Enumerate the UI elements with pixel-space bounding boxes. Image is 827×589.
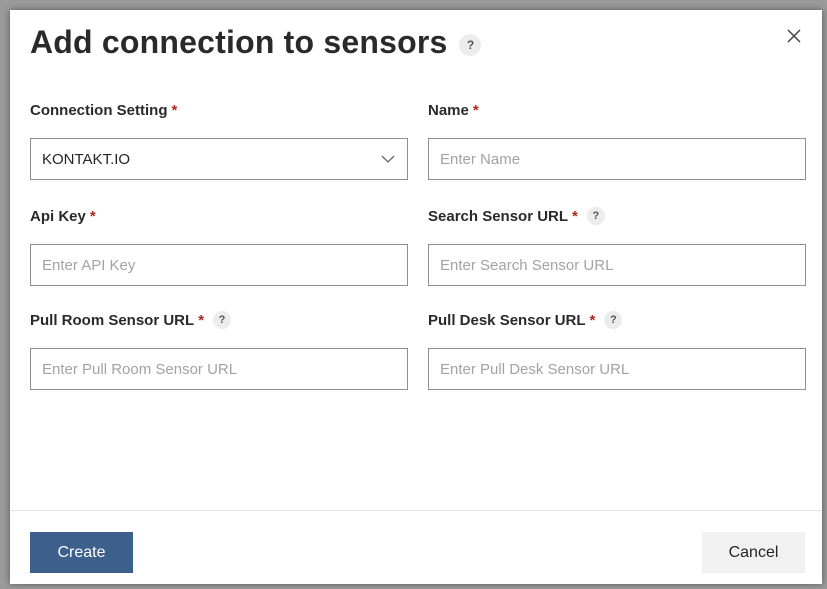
search-sensor-url-field: Search Sensor URL * ? bbox=[428, 206, 806, 286]
api-key-field: Api Key * bbox=[30, 206, 408, 286]
required-asterisk: * bbox=[198, 311, 205, 329]
pull-desk-sensor-url-help-icon[interactable]: ? bbox=[604, 311, 623, 329]
pull-room-sensor-url-label-row: Pull Room Sensor URL * ? bbox=[30, 310, 408, 330]
pull-desk-sensor-url-label: Pull Desk Sensor URL bbox=[428, 311, 586, 329]
pull-desk-sensor-url-input[interactable] bbox=[428, 348, 806, 390]
pull-room-sensor-url-field: Pull Room Sensor URL * ? bbox=[30, 310, 408, 390]
required-asterisk: * bbox=[89, 207, 96, 225]
name-label-row: Name * bbox=[428, 100, 806, 120]
pull-desk-sensor-url-field: Pull Desk Sensor URL * ? bbox=[428, 310, 806, 390]
api-key-input[interactable] bbox=[30, 244, 408, 286]
connection-setting-field: Connection Setting * KONTAKT.IO bbox=[30, 100, 408, 180]
connection-setting-value: KONTAKT.IO bbox=[42, 150, 131, 168]
name-field: Name * bbox=[428, 100, 806, 180]
name-input[interactable] bbox=[428, 138, 806, 180]
name-label: Name bbox=[428, 101, 469, 119]
api-key-label-row: Api Key * bbox=[30, 206, 408, 226]
search-sensor-url-label-row: Search Sensor URL * ? bbox=[428, 206, 806, 226]
pull-room-sensor-url-help-icon[interactable]: ? bbox=[213, 311, 232, 329]
required-asterisk: * bbox=[171, 101, 178, 119]
dialog-header: Add connection to sensors ? bbox=[30, 24, 482, 61]
cancel-button[interactable]: Cancel bbox=[702, 532, 805, 573]
required-asterisk: * bbox=[572, 207, 578, 225]
search-sensor-url-label: Search Sensor URL bbox=[428, 207, 569, 225]
required-asterisk: * bbox=[589, 311, 596, 329]
chevron-down-icon bbox=[380, 151, 396, 168]
add-connection-dialog: Add connection to sensors ? Connection S… bbox=[10, 10, 822, 584]
api-key-label: Api Key bbox=[30, 207, 86, 225]
pull-room-sensor-url-input[interactable] bbox=[30, 348, 408, 390]
footer-divider bbox=[10, 510, 822, 511]
pull-room-sensor-url-label: Pull Room Sensor URL bbox=[30, 311, 195, 329]
create-button[interactable]: Create bbox=[30, 532, 133, 573]
title-help-icon[interactable]: ? bbox=[459, 33, 482, 56]
search-sensor-url-input[interactable] bbox=[428, 244, 806, 286]
close-icon[interactable] bbox=[784, 26, 804, 46]
search-sensor-url-help-icon[interactable]: ? bbox=[586, 207, 605, 225]
required-asterisk: * bbox=[472, 101, 479, 119]
connection-setting-label-row: Connection Setting * bbox=[30, 100, 408, 120]
connection-setting-select[interactable]: KONTAKT.IO bbox=[30, 138, 408, 180]
pull-desk-sensor-url-label-row: Pull Desk Sensor URL * ? bbox=[428, 310, 806, 330]
dialog-title: Add connection to sensors bbox=[30, 24, 448, 60]
connection-setting-label: Connection Setting bbox=[30, 101, 168, 119]
